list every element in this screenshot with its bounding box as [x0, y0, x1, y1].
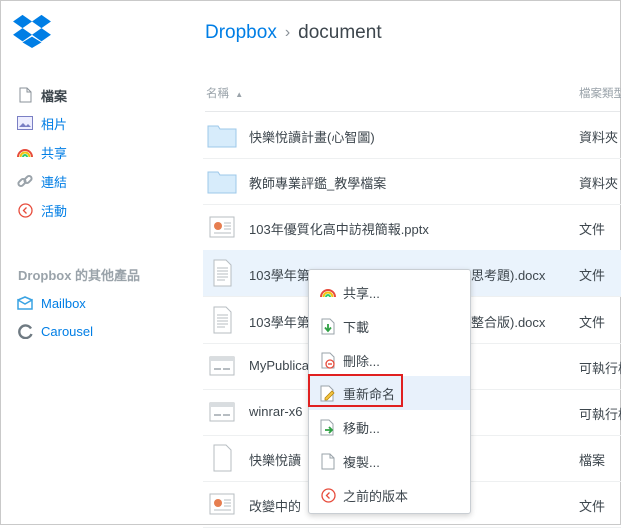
name-column-header[interactable]: 名稱 ▲: [206, 85, 243, 101]
menu-item-label: 刪除...: [343, 353, 380, 369]
menu-item-label: 複製...: [343, 454, 380, 470]
menu-item-move[interactable]: 移動...: [309, 410, 470, 444]
file-kind: 可執行檔: [579, 361, 621, 376]
pptx-file-icon: [209, 216, 235, 238]
kind-column-header[interactable]: 檔案類型: [579, 85, 621, 101]
breadcrumb-separator: ›: [284, 24, 291, 41]
file-name: 103學年第: [249, 315, 310, 330]
carousel-icon: [17, 323, 33, 339]
mailbox-icon: [17, 295, 33, 311]
file-name: 快樂悅讀: [249, 453, 302, 468]
executable-file-icon: [209, 356, 235, 376]
rainbow-share-icon: [17, 144, 33, 160]
sidebar-item-label: 檔案: [41, 88, 68, 104]
file-icon: [17, 87, 33, 103]
rename-highlight-box: [308, 374, 403, 407]
file-name: 快樂悅讀計畫(心智圖): [249, 130, 375, 145]
clock-icon: [17, 202, 33, 218]
file-name: 改變中的: [249, 499, 302, 514]
menu-item-delete[interactable]: 刪除...: [309, 343, 470, 377]
file-kind: 文件: [579, 499, 606, 514]
menu-item-share[interactable]: 共享...: [309, 275, 470, 309]
delete-icon: [319, 351, 337, 369]
sidebar-item-carousel[interactable]: Carousel: [17, 321, 93, 341]
sidebar-item-mailbox[interactable]: Mailbox: [17, 293, 86, 313]
menu-item-label: 移動...: [343, 420, 380, 436]
breadcrumb-root-link[interactable]: Dropbox: [205, 22, 277, 44]
move-icon: [319, 418, 337, 436]
photo-icon: [17, 115, 33, 131]
file-kind: 檔案: [579, 453, 606, 468]
file-name: 教師專業評鑑_教學檔案: [249, 176, 387, 191]
file-kind: 文件: [579, 268, 606, 283]
blank-file-icon: [213, 444, 232, 472]
sidebar-item-label: 相片: [41, 116, 68, 132]
file-kind: 資料夾: [579, 130, 619, 145]
other-products-title: Dropbox 的其他產品: [18, 268, 141, 283]
file-row[interactable]: 103年優質化高中訪視簡報.pptx 文件: [203, 204, 621, 251]
name-column-label: 名稱: [206, 88, 229, 100]
file-name-tail: 整合版).docx: [471, 315, 546, 330]
folder-icon: [207, 171, 237, 194]
sidebar-item-files[interactable]: 檔案: [17, 85, 67, 105]
copy-icon: [319, 452, 337, 470]
menu-item-copy[interactable]: 複製...: [309, 444, 470, 478]
docx-file-icon: [213, 259, 232, 287]
link-icon: [17, 173, 33, 189]
file-kind: 資料夾: [579, 176, 619, 191]
sidebar-item-label: Carousel: [41, 323, 94, 339]
file-kind: 文件: [579, 222, 606, 237]
folder-icon: [207, 125, 237, 148]
menu-item-label: 共享...: [343, 285, 380, 301]
sidebar-item-label: 連結: [41, 174, 68, 190]
sidebar-item-events[interactable]: 活動: [17, 200, 67, 220]
menu-item-previous-versions[interactable]: 之前的版本: [309, 478, 470, 512]
file-row[interactable]: 快樂悅讀計畫(心智圖) 資料夾: [203, 112, 621, 159]
breadcrumb: Dropbox › document: [205, 22, 382, 44]
sort-ascending-icon: ▲: [235, 90, 244, 99]
menu-item-download[interactable]: 下載: [309, 309, 470, 343]
download-icon: [319, 317, 337, 335]
breadcrumb-current: document: [298, 22, 382, 43]
sidebar-item-label: 共享: [41, 145, 68, 161]
file-kind: 可執行檔: [579, 407, 621, 422]
file-name: MyPublica: [249, 358, 309, 373]
file-name-tail: 思考題).docx: [471, 268, 546, 283]
file-row[interactable]: 教師專業評鑑_教學檔案 資料夾: [203, 158, 621, 205]
file-name: 103年優質化高中訪視簡報.pptx: [249, 222, 429, 237]
history-icon: [319, 486, 337, 504]
sidebar-item-photos[interactable]: 相片: [17, 113, 67, 133]
rainbow-share-icon: [319, 283, 337, 301]
menu-item-label: 之前的版本: [343, 488, 409, 504]
menu-item-label: 下載: [343, 319, 370, 335]
file-name: 103學年第: [249, 268, 310, 283]
file-name: winrar-x6: [249, 404, 303, 419]
sidebar-item-links[interactable]: 連結: [17, 171, 67, 191]
dropbox-logo-icon[interactable]: [13, 13, 51, 49]
pptx-file-icon: [209, 493, 235, 515]
docx-file-icon: [213, 306, 232, 334]
executable-file-icon: [209, 402, 235, 422]
file-kind: 文件: [579, 315, 606, 330]
sidebar-item-label: 活動: [41, 203, 68, 219]
sidebar-item-sharing[interactable]: 共享: [17, 142, 67, 162]
sidebar-item-label: Mailbox: [41, 295, 86, 311]
